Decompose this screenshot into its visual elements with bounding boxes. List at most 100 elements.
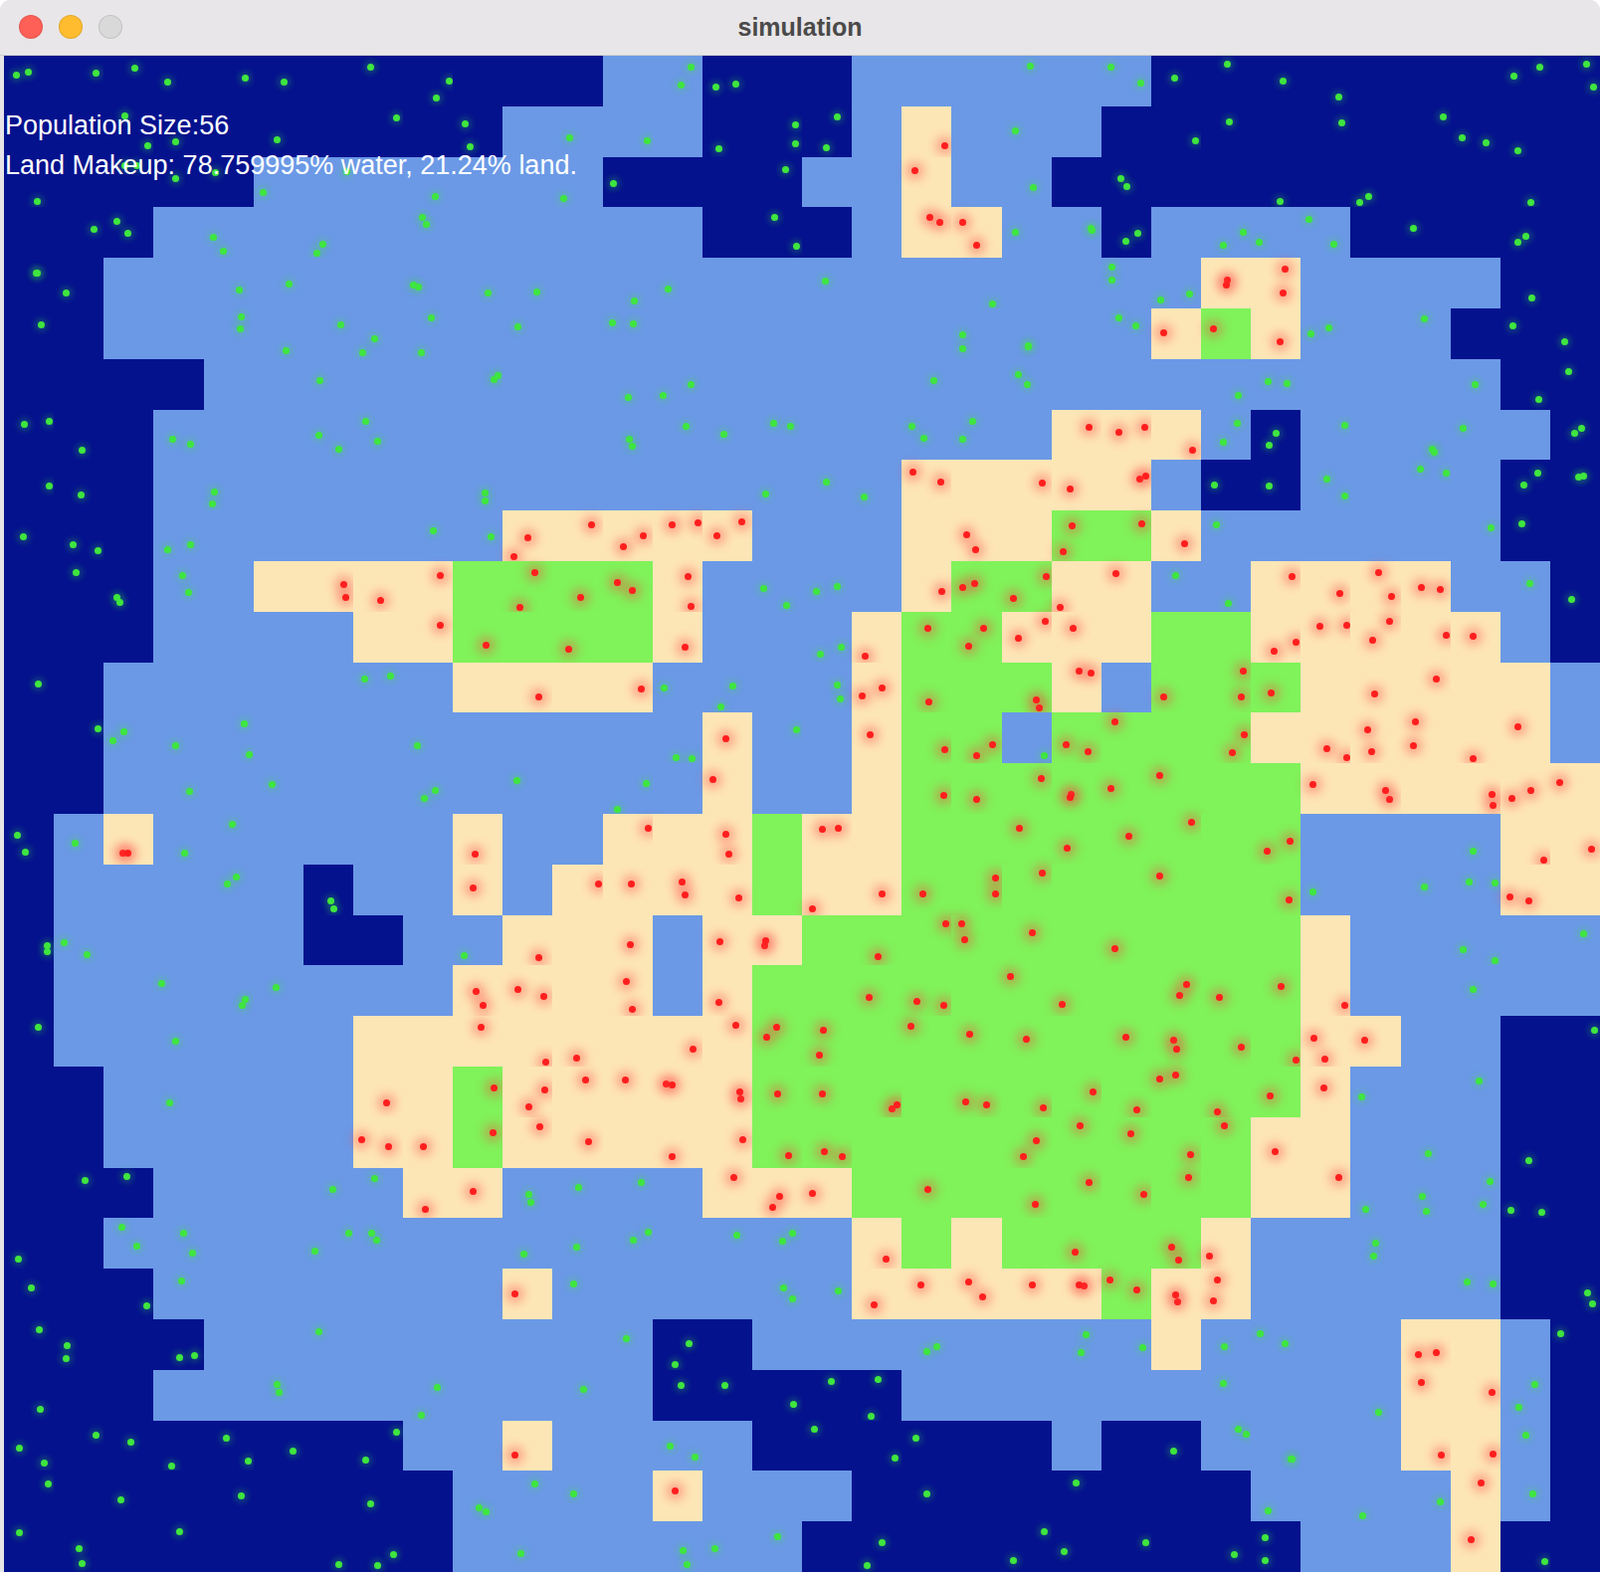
terrain-row <box>3 308 1600 360</box>
creature-dot <box>1316 622 1324 630</box>
close-button[interactable] <box>18 14 43 39</box>
terrain-tile <box>702 1470 753 1522</box>
terrain-tile <box>402 1217 453 1269</box>
food-dot <box>1510 72 1518 80</box>
terrain-tile <box>901 157 952 208</box>
terrain-tile <box>801 813 852 865</box>
terrain-tile <box>253 1015 304 1067</box>
creature-dot <box>1209 1297 1217 1305</box>
terrain-tile <box>1300 1066 1351 1118</box>
food-dot <box>1139 1344 1147 1352</box>
terrain-tile <box>1250 763 1301 814</box>
zoom-button[interactable] <box>98 14 123 39</box>
terrain-tile <box>1101 359 1152 410</box>
terrain-tile <box>702 206 753 258</box>
terrain-tile <box>901 510 952 562</box>
food-dot <box>166 1099 174 1107</box>
terrain-tile <box>1350 308 1400 360</box>
food-dot <box>517 1550 525 1558</box>
creature-dot <box>941 142 949 150</box>
food-dot <box>209 233 217 241</box>
creature-dot <box>1172 1071 1180 1079</box>
terrain-tile <box>652 662 703 714</box>
terrain-tile <box>752 915 802 967</box>
terrain-tile <box>1250 257 1301 309</box>
terrain-tile <box>602 611 653 663</box>
terrain-row <box>3 915 1600 967</box>
terrain-tile <box>153 55 203 107</box>
terrain-tile <box>602 561 653 612</box>
creature-dot <box>489 1129 497 1137</box>
terrain-tile <box>1550 106 1600 158</box>
food-dot <box>235 286 243 294</box>
food-dot <box>1264 378 1272 386</box>
creature-dot <box>531 569 539 577</box>
terrain-tile <box>3 1521 54 1572</box>
terrain-tile <box>452 1015 503 1067</box>
creature-dot <box>1320 1084 1328 1092</box>
creature-dot <box>1361 1036 1369 1044</box>
food-dot <box>316 377 324 385</box>
creature-dot <box>1437 1451 1445 1459</box>
creature-dot <box>1111 718 1119 726</box>
terrain-tile <box>1101 1420 1152 1472</box>
terrain-tile <box>1450 1066 1501 1118</box>
creature-dot <box>1038 869 1046 877</box>
terrain-tile <box>951 1015 1001 1067</box>
terrain-tile <box>153 1470 203 1522</box>
terrain-tile <box>1151 1015 1201 1067</box>
terrain-tile <box>1051 308 1102 360</box>
food-dot <box>1242 1430 1250 1438</box>
terrain-tile <box>851 864 902 916</box>
terrain-tile <box>402 106 453 158</box>
terrain-tile <box>1500 1268 1551 1320</box>
food-dot <box>1422 1207 1430 1215</box>
terrain-tile <box>702 915 753 967</box>
terrain-tile <box>203 257 254 309</box>
terrain-tile <box>1400 1470 1451 1522</box>
food-dot <box>427 314 435 322</box>
food-dot <box>237 1492 245 1500</box>
terrain-tile <box>402 915 453 967</box>
terrain-tile <box>1350 206 1400 258</box>
food-dot <box>793 242 800 250</box>
creature-dot <box>1527 787 1535 795</box>
terrain-tile <box>53 409 104 461</box>
terrain-tile <box>3 965 54 1016</box>
terrain-tile <box>452 409 503 461</box>
minimize-button[interactable] <box>58 14 83 39</box>
terrain-tile <box>1400 1217 1451 1269</box>
terrain-row <box>3 1420 1600 1472</box>
terrain-tile <box>1151 864 1201 916</box>
terrain-tile <box>1200 157 1251 208</box>
food-dot <box>94 547 102 555</box>
food-dot <box>923 1348 931 1356</box>
terrain-tile <box>851 1370 902 1421</box>
food-dot <box>118 1223 126 1231</box>
terrain-tile <box>1001 257 1052 309</box>
terrain-tile <box>1051 359 1102 410</box>
food-dot <box>1255 238 1263 246</box>
terrain-tile <box>353 1066 403 1118</box>
food-dot <box>1276 198 1284 205</box>
terrain-tile <box>1001 1268 1052 1320</box>
terrain-tile <box>1001 55 1052 107</box>
terrain-tile <box>652 409 703 461</box>
food-dot <box>1122 237 1130 245</box>
food-dot <box>715 145 723 153</box>
creature-dot <box>716 938 724 946</box>
terrain-tile <box>353 106 403 158</box>
food-dot <box>413 742 421 750</box>
terrain-row <box>3 1117 1600 1169</box>
creature-dot <box>421 1205 429 1213</box>
terrain-tile <box>353 561 403 612</box>
terrain-tile <box>502 510 553 562</box>
terrain-tile <box>1200 257 1251 309</box>
terrain-tile <box>1400 813 1451 865</box>
terrain-tile <box>203 206 254 258</box>
terrain-tile <box>103 712 154 764</box>
terrain-tile <box>951 1268 1001 1320</box>
food-dot <box>1509 322 1517 330</box>
food-dot <box>637 1179 645 1187</box>
terrain-tile <box>1151 662 1201 714</box>
